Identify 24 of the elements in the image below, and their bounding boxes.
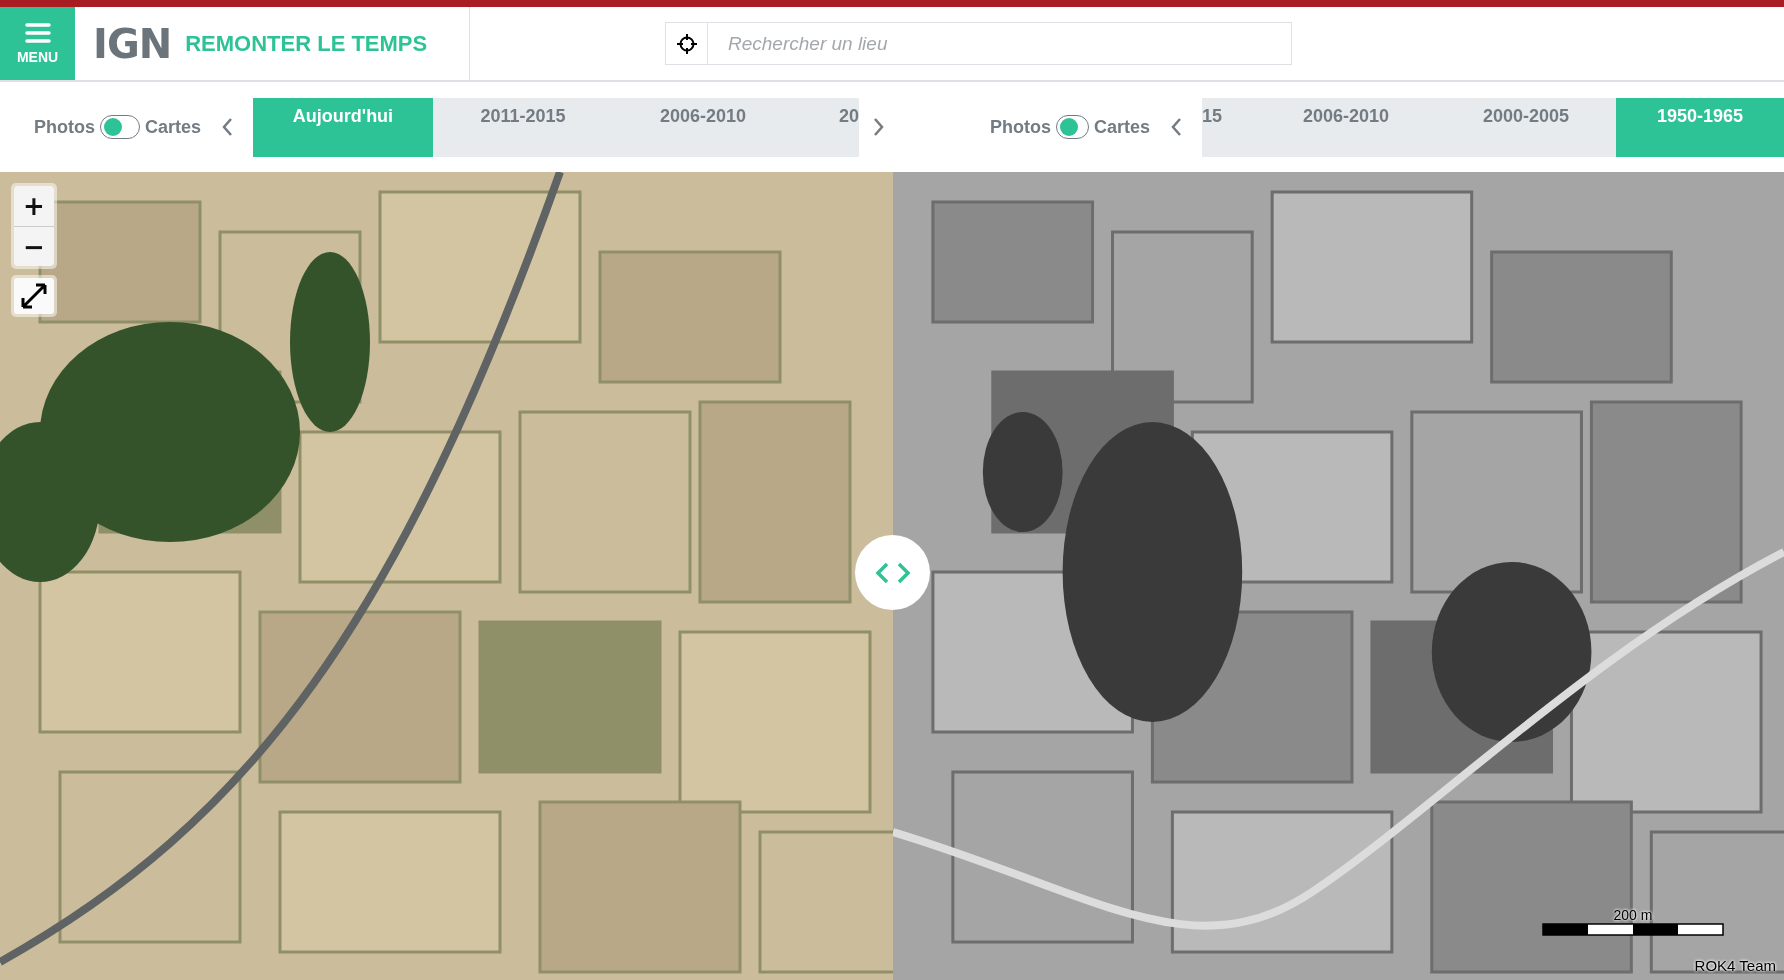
period-tab[interactable]: Aujourd'hui [253, 97, 433, 157]
fullscreen-button[interactable] [11, 275, 57, 317]
attribution-text: ROK4 Team [1694, 957, 1776, 974]
zoom-in-button[interactable]: + [14, 186, 54, 226]
period-tab[interactable]: 1950-1965 [1616, 97, 1784, 157]
locate-button[interactable] [665, 22, 708, 65]
hamburger-icon [24, 22, 51, 43]
photos-label: Photos [34, 116, 95, 138]
photos-label: Photos [990, 116, 1051, 138]
scale-label: 200 m [1613, 907, 1653, 923]
app-title: REMONTER LE TEMPS [185, 30, 428, 57]
chevron-left-icon [221, 117, 233, 137]
layer-toggle[interactable] [100, 115, 140, 139]
logo: IGN [93, 20, 172, 67]
zoom-out-button[interactable]: − [14, 226, 54, 266]
menu-button[interactable]: MENU [0, 7, 75, 80]
chevron-left-icon [1170, 117, 1182, 137]
maps-label: Cartes [144, 116, 201, 138]
chevron-right-icon [873, 117, 885, 137]
crosshair-icon [676, 33, 697, 54]
maps-label: Cartes [1093, 116, 1150, 138]
expand-arrows-icon [19, 281, 49, 311]
layer-toggle[interactable] [1056, 115, 1089, 139]
search-field[interactable]: Rechercher un lieu [708, 22, 1292, 65]
